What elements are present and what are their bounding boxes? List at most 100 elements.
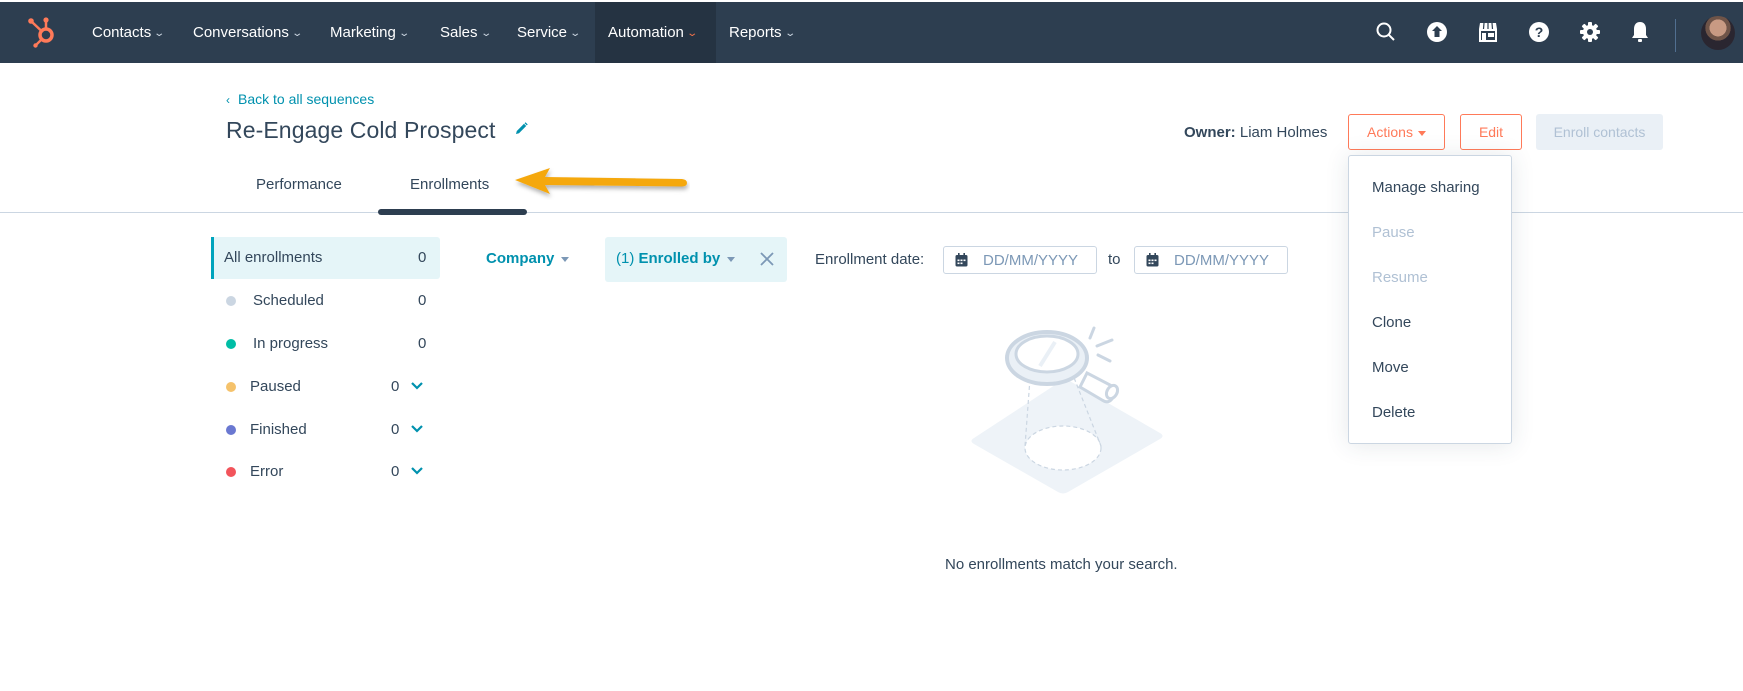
sidebar-item-label: In progress — [253, 335, 329, 352]
date-to-input[interactable]: DD/MM/YYYY — [1134, 246, 1288, 274]
chevron-down-icon: ⌄ — [153, 28, 166, 39]
sidebar-item-finished[interactable]: Finished 0 — [211, 409, 440, 451]
edit-button[interactable]: Edit — [1460, 114, 1522, 150]
sidebar-item-all-enrollments[interactable]: All enrollments 0 — [211, 237, 440, 279]
back-to-sequences-link[interactable]: ‹ Back to all sequences — [226, 91, 374, 107]
annotation-arrow-icon — [515, 168, 687, 194]
chevron-down-icon: ⌄ — [569, 28, 582, 39]
nav-divider — [1675, 19, 1676, 52]
chevron-down-icon: ⌄ — [686, 28, 698, 39]
menu-item-pause: Pause — [1372, 224, 1415, 241]
page-title: Re-Engage Cold Prospect — [226, 117, 496, 143]
nav-label: Sales — [440, 24, 478, 41]
actions-label: Actions — [1367, 124, 1413, 140]
pencil-icon[interactable] — [513, 121, 529, 137]
owner-info: Owner: Liam Holmes — [1184, 124, 1327, 141]
status-dot-icon — [226, 382, 236, 392]
empty-search-illustration-icon — [971, 326, 1163, 494]
sidebar-item-count: 0 — [391, 421, 400, 438]
user-avatar[interactable] — [1701, 16, 1735, 50]
nav-automation[interactable]: Automation ⌄ — [595, 2, 716, 63]
date-from-input[interactable]: DD/MM/YYYY — [943, 246, 1097, 274]
sidebar-item-count: 0 — [391, 463, 400, 480]
menu-item-resume: Resume — [1372, 269, 1428, 286]
status-dot-icon — [226, 296, 236, 306]
sidebar-item-paused[interactable]: Paused 0 — [211, 366, 440, 408]
back-link-label: Back to all sequences — [238, 91, 375, 107]
status-dot-icon — [226, 467, 236, 477]
nav-label: Automation — [608, 24, 684, 41]
sidebar-item-count: 0 — [418, 335, 427, 352]
sidebar-item-count: 0 — [418, 249, 427, 266]
date-range-to-label: to — [1108, 251, 1121, 268]
sidebar-item-label: Paused — [250, 378, 301, 395]
active-tab-indicator — [378, 209, 527, 215]
caret-down-icon — [561, 256, 570, 262]
chevron-left-icon: ‹ — [226, 93, 230, 107]
upgrade-arrow-icon[interactable] — [1425, 20, 1449, 44]
status-dot-icon — [226, 425, 236, 435]
nav-service[interactable]: Service ⌄ — [504, 2, 592, 63]
nav-label: Service — [517, 24, 568, 41]
caret-down-icon — [1417, 130, 1426, 136]
hubspot-logo-icon[interactable] — [26, 14, 60, 50]
notifications-icon[interactable] — [1628, 20, 1652, 44]
sidebar-item-count: 0 — [418, 292, 427, 309]
status-dot-icon — [226, 339, 236, 349]
menu-item-move[interactable]: Move — [1372, 359, 1409, 376]
nav-label: Reports — [729, 24, 782, 41]
nav-label: Marketing — [330, 24, 396, 41]
sidebar-item-label: Finished — [250, 421, 307, 438]
sidebar-item-label: Error — [250, 463, 284, 480]
chevron-down-icon[interactable] — [410, 422, 424, 436]
company-filter[interactable]: Company — [486, 250, 570, 267]
search-icon[interactable] — [1374, 20, 1398, 44]
nav-label: Contacts — [92, 24, 152, 41]
settings-icon[interactable] — [1578, 20, 1602, 44]
enrolled-by-label: Enrolled by — [638, 250, 721, 267]
nav-sales[interactable]: Sales ⌄ — [427, 2, 503, 63]
menu-item-delete[interactable]: Delete — [1372, 404, 1415, 421]
svg-text:?: ? — [1535, 24, 1544, 40]
company-filter-label: Company — [486, 250, 555, 267]
calendar-icon — [1146, 253, 1159, 267]
enrolled-by-filter-toggle[interactable]: (1) Enrolled by — [616, 250, 736, 267]
tab-enrollments[interactable]: Enrollments — [410, 176, 489, 193]
owner-label: Owner: — [1184, 124, 1236, 141]
filter-count: (1) — [616, 250, 635, 267]
caret-down-icon — [727, 256, 736, 262]
sidebar-item-label: Scheduled — [253, 292, 324, 309]
top-navigation-bar: Contacts ⌄ Conversations ⌄ Marketing ⌄ Sale… — [0, 2, 1743, 63]
sidebar-item-scheduled[interactable]: Scheduled 0 — [211, 280, 440, 322]
nav-conversations[interactable]: Conversations ⌄ — [180, 2, 314, 63]
sidebar-item-error[interactable]: Error 0 — [211, 451, 440, 493]
date-from-placeholder: DD/MM/YYYY — [983, 252, 1079, 269]
enrolled-by-filter: (1) Enrolled by — [605, 237, 787, 282]
marketplace-icon[interactable] — [1476, 20, 1500, 44]
help-icon[interactable]: ? — [1527, 20, 1551, 44]
chevron-down-icon[interactable] — [410, 464, 424, 478]
menu-item-clone[interactable]: Clone — [1372, 314, 1411, 331]
tab-performance[interactable]: Performance — [256, 176, 342, 193]
sidebar-item-in-progress[interactable]: In progress 0 — [211, 323, 440, 365]
chevron-down-icon: ⌄ — [398, 28, 410, 39]
date-to-placeholder: DD/MM/YYYY — [1174, 252, 1270, 269]
calendar-icon — [955, 253, 968, 267]
nav-label: Conversations — [193, 24, 289, 41]
close-icon[interactable] — [760, 252, 774, 266]
chevron-down-icon: ⌄ — [291, 28, 303, 39]
enrollment-date-label: Enrollment date: — [815, 251, 925, 268]
enroll-contacts-button[interactable]: Enroll contacts — [1536, 114, 1663, 150]
actions-button[interactable]: Actions — [1348, 114, 1445, 150]
nav-marketing[interactable]: Marketing ⌄ — [317, 2, 421, 63]
sidebar-item-count: 0 — [391, 378, 400, 395]
actions-dropdown-menu: Manage sharing Pause Resume Clone Move D… — [1348, 155, 1512, 444]
chevron-down-icon: ⌄ — [783, 28, 796, 39]
sidebar-item-label: All enrollments — [224, 249, 323, 266]
nav-reports[interactable]: Reports ⌄ — [716, 2, 807, 63]
empty-state-message: No enrollments match your search. — [945, 556, 1178, 573]
owner-name: Liam Holmes — [1239, 124, 1328, 141]
menu-item-manage-sharing[interactable]: Manage sharing — [1372, 179, 1480, 196]
nav-contacts[interactable]: Contacts ⌄ — [79, 2, 177, 63]
chevron-down-icon[interactable] — [410, 379, 424, 393]
